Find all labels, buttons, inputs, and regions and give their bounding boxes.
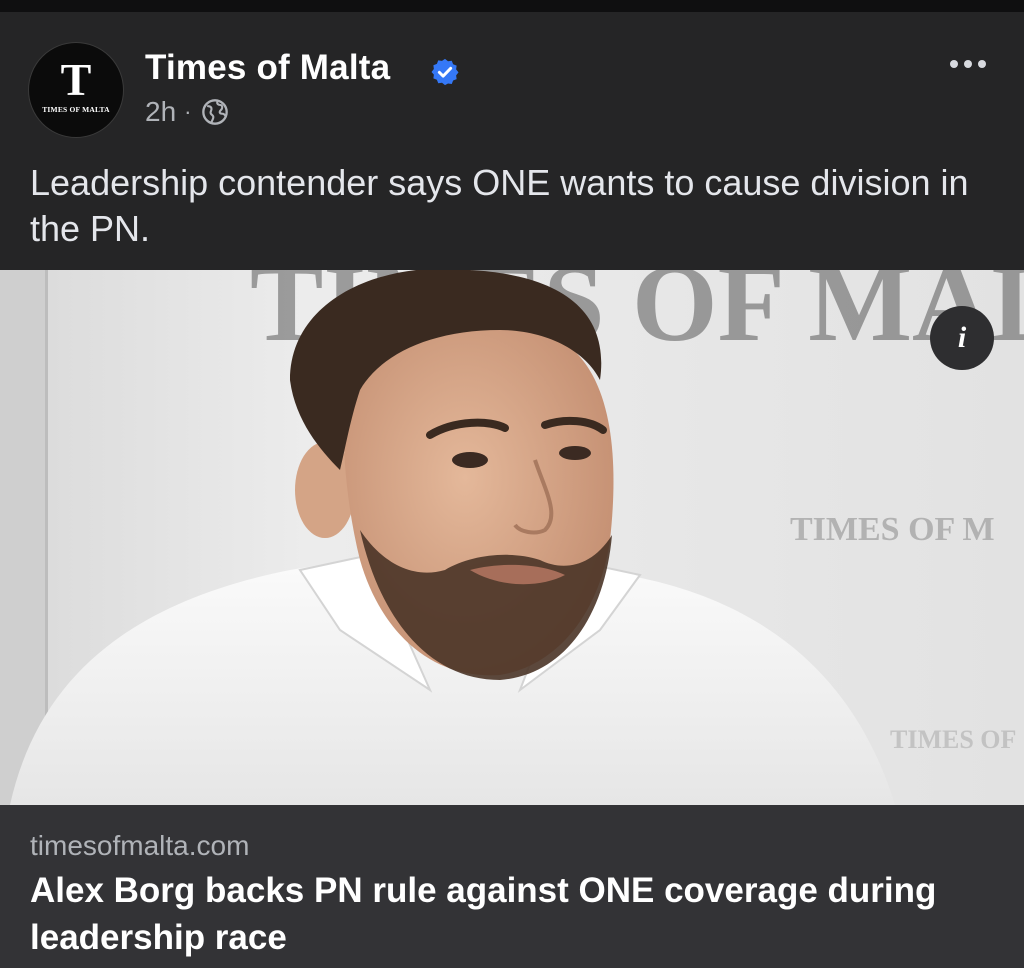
- avatar-wordmark: TIMES OF MALTA: [42, 105, 110, 114]
- svg-text:TIMES OF M: TIMES OF M: [790, 511, 995, 548]
- verified-badge-icon: [431, 58, 459, 86]
- info-button[interactable]: i: [930, 306, 994, 370]
- svg-text:TIMES OF: TIMES OF: [890, 725, 1016, 754]
- post-caption: Leadership contender says ONE wants to c…: [30, 162, 969, 249]
- page-avatar[interactable]: T TIMES OF MALTA: [28, 42, 124, 138]
- page-name-link[interactable]: Times of Malta: [145, 48, 390, 88]
- feed-post: T TIMES OF MALTA Times of Malta 2h · Lea…: [0, 12, 1024, 968]
- more-options-icon[interactable]: [950, 52, 994, 76]
- avatar-letter: T: [60, 54, 92, 105]
- post-timestamp[interactable]: 2h: [145, 96, 176, 128]
- post-image[interactable]: TIMES OF MALTA TIMES OF M TIMES OF: [0, 270, 1024, 805]
- link-preview[interactable]: timesofmalta.com Alex Borg backs PN rule…: [0, 805, 1024, 968]
- top-edge-bar: [0, 0, 1024, 12]
- link-domain: timesofmalta.com: [30, 830, 250, 861]
- portrait-photo: TIMES OF MALTA TIMES OF M TIMES OF: [0, 270, 1024, 805]
- post-meta: 2h ·: [145, 96, 229, 128]
- globe-icon: [202, 99, 229, 125]
- meta-separator: ·: [184, 99, 192, 124]
- link-headline[interactable]: Alex Borg backs PN rule against ONE cove…: [30, 867, 990, 961]
